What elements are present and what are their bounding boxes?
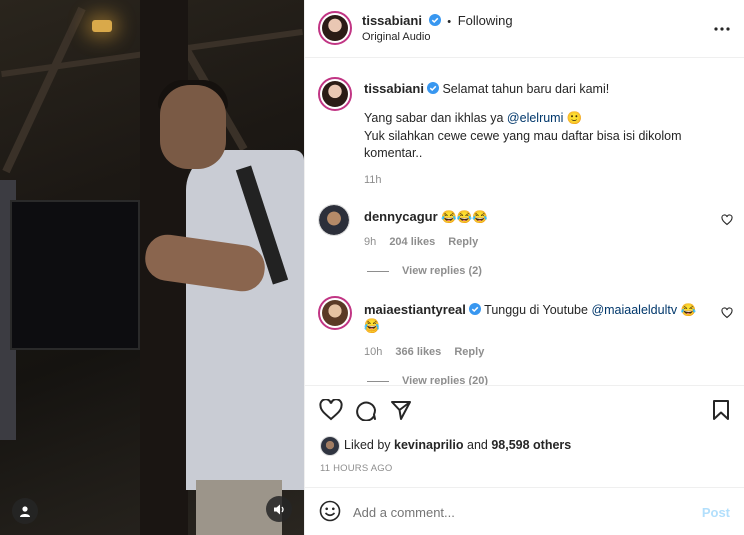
- caption-line2: Yang sabar dan ikhlas ya @elelrumi 🙂: [364, 110, 724, 127]
- comment-icon: [356, 401, 376, 422]
- post-timestamp[interactable]: 11 HOURS AGO: [320, 463, 392, 474]
- verified-badge-icon: [426, 82, 439, 94]
- comment-body: maiaestiantyreal Tunggu di Youtube @maia…: [364, 301, 709, 336]
- heart-icon: [721, 307, 733, 319]
- comment-username[interactable]: maiaestiantyreal: [364, 302, 466, 317]
- heart-icon: [721, 214, 733, 226]
- share-button[interactable]: [390, 399, 412, 424]
- heart-icon: [319, 398, 343, 421]
- comment-username[interactable]: dennycagur: [364, 209, 438, 224]
- verified-badge-icon: [428, 14, 441, 26]
- emoji-icon: [319, 500, 341, 522]
- author-avatar[interactable]: [318, 11, 352, 45]
- bookmark-icon: [713, 400, 729, 420]
- caption-third-line: Yuk silahkan cewe cewe yang mau daftar b…: [364, 129, 682, 160]
- caption-avatar[interactable]: [318, 77, 352, 111]
- post-header: tissabiani • Following Original Audio: [305, 0, 744, 58]
- liker-avatar[interactable]: [320, 436, 340, 456]
- audio-toggle-button[interactable]: [266, 496, 292, 522]
- more-icon: [714, 27, 730, 31]
- liker-username[interactable]: kevinaprilio: [394, 438, 463, 452]
- comment-likes[interactable]: 204 likes: [389, 236, 435, 248]
- comment-emoji-line: 😂: [364, 318, 380, 332]
- view-replies-button[interactable]: View replies (2): [402, 265, 482, 277]
- speaker-icon: [273, 504, 284, 514]
- comment-like-button[interactable]: [721, 214, 733, 229]
- comment-likes[interactable]: 366 likes: [395, 346, 441, 358]
- caption-second-line: Yang sabar dan ikhlas ya: [364, 111, 507, 125]
- header-title-row: tissabiani • Following: [362, 13, 513, 28]
- ceiling-beam: [2, 6, 86, 174]
- likes-count[interactable]: 98,598 others: [491, 438, 571, 452]
- comment-mention-link[interactable]: @maiaaleldultv: [591, 303, 677, 317]
- comment-like-button[interactable]: [721, 307, 733, 322]
- post-video[interactable]: [0, 0, 304, 535]
- comment-reply-button[interactable]: Reply: [448, 236, 478, 248]
- caption-first-line: Selamat tahun baru dari kami!: [442, 82, 610, 96]
- comment-button[interactable]: [355, 399, 377, 424]
- author-username[interactable]: tissabiani: [362, 13, 422, 28]
- like-button[interactable]: [319, 398, 343, 424]
- emoji-button[interactable]: [319, 500, 341, 525]
- comment-reply-button[interactable]: Reply: [454, 346, 484, 358]
- header-separator: •: [447, 16, 452, 28]
- comment-text: 😂😂😂: [441, 210, 488, 224]
- user-tag-button[interactable]: [12, 498, 38, 524]
- replies-line: [367, 381, 389, 382]
- comments-list[interactable]: tissabiani Selamat tahun baru dari kami!…: [305, 58, 744, 385]
- comment-meta: 9h 204 likes Reply: [364, 236, 478, 248]
- post-side-panel: tissabiani • Following Original Audio ti…: [304, 0, 744, 535]
- comment-time[interactable]: 10h: [364, 346, 382, 358]
- caption-username[interactable]: tissabiani: [364, 81, 424, 96]
- commenter-avatar[interactable]: [318, 204, 350, 236]
- actions-divider: [305, 385, 744, 386]
- likes-summary: Liked by kevinaprilio and 98,598 others: [344, 438, 571, 452]
- caption-block: tissabiani Selamat tahun baru dari kami!…: [305, 58, 744, 198]
- comment-item: dennycagur 😂😂😂 9h 204 likes Reply View r…: [305, 198, 744, 288]
- following-button[interactable]: Following: [458, 13, 513, 28]
- caption-emoji: 🙂: [566, 111, 583, 125]
- comment-text: Tunggu di Youtube: [484, 303, 592, 317]
- background-screen: [10, 200, 140, 350]
- share-icon: [391, 401, 411, 420]
- likes-middle: and: [463, 438, 492, 452]
- post-comment-button[interactable]: Post: [702, 505, 730, 520]
- comment-item: maiaestiantyreal Tunggu di Youtube @maia…: [305, 292, 744, 385]
- caption-mention-link[interactable]: @elelrumi: [507, 111, 563, 125]
- audio-label[interactable]: Original Audio: [362, 31, 431, 43]
- view-replies-button[interactable]: View replies (20): [402, 375, 488, 385]
- comment-body: dennycagur 😂😂😂: [364, 208, 488, 226]
- ceiling-lamp: [92, 20, 112, 32]
- commenter-avatar[interactable]: [318, 296, 352, 330]
- comment-meta: 10h 366 likes Reply: [364, 346, 484, 358]
- user-tag-icon: [20, 506, 30, 517]
- caption-time[interactable]: 11h: [364, 174, 382, 186]
- more-options-button[interactable]: [711, 18, 733, 38]
- replies-line: [367, 271, 389, 272]
- person-head: [160, 85, 226, 169]
- comment-input-divider: [305, 487, 744, 488]
- comment-time[interactable]: 9h: [364, 236, 376, 248]
- likes-prefix: Liked by: [344, 438, 395, 452]
- caption-line1: tissabiani Selamat tahun baru dari kami!: [364, 80, 724, 98]
- verified-badge-icon: [468, 303, 481, 315]
- add-comment-input[interactable]: [353, 502, 683, 522]
- save-button[interactable]: [711, 399, 731, 424]
